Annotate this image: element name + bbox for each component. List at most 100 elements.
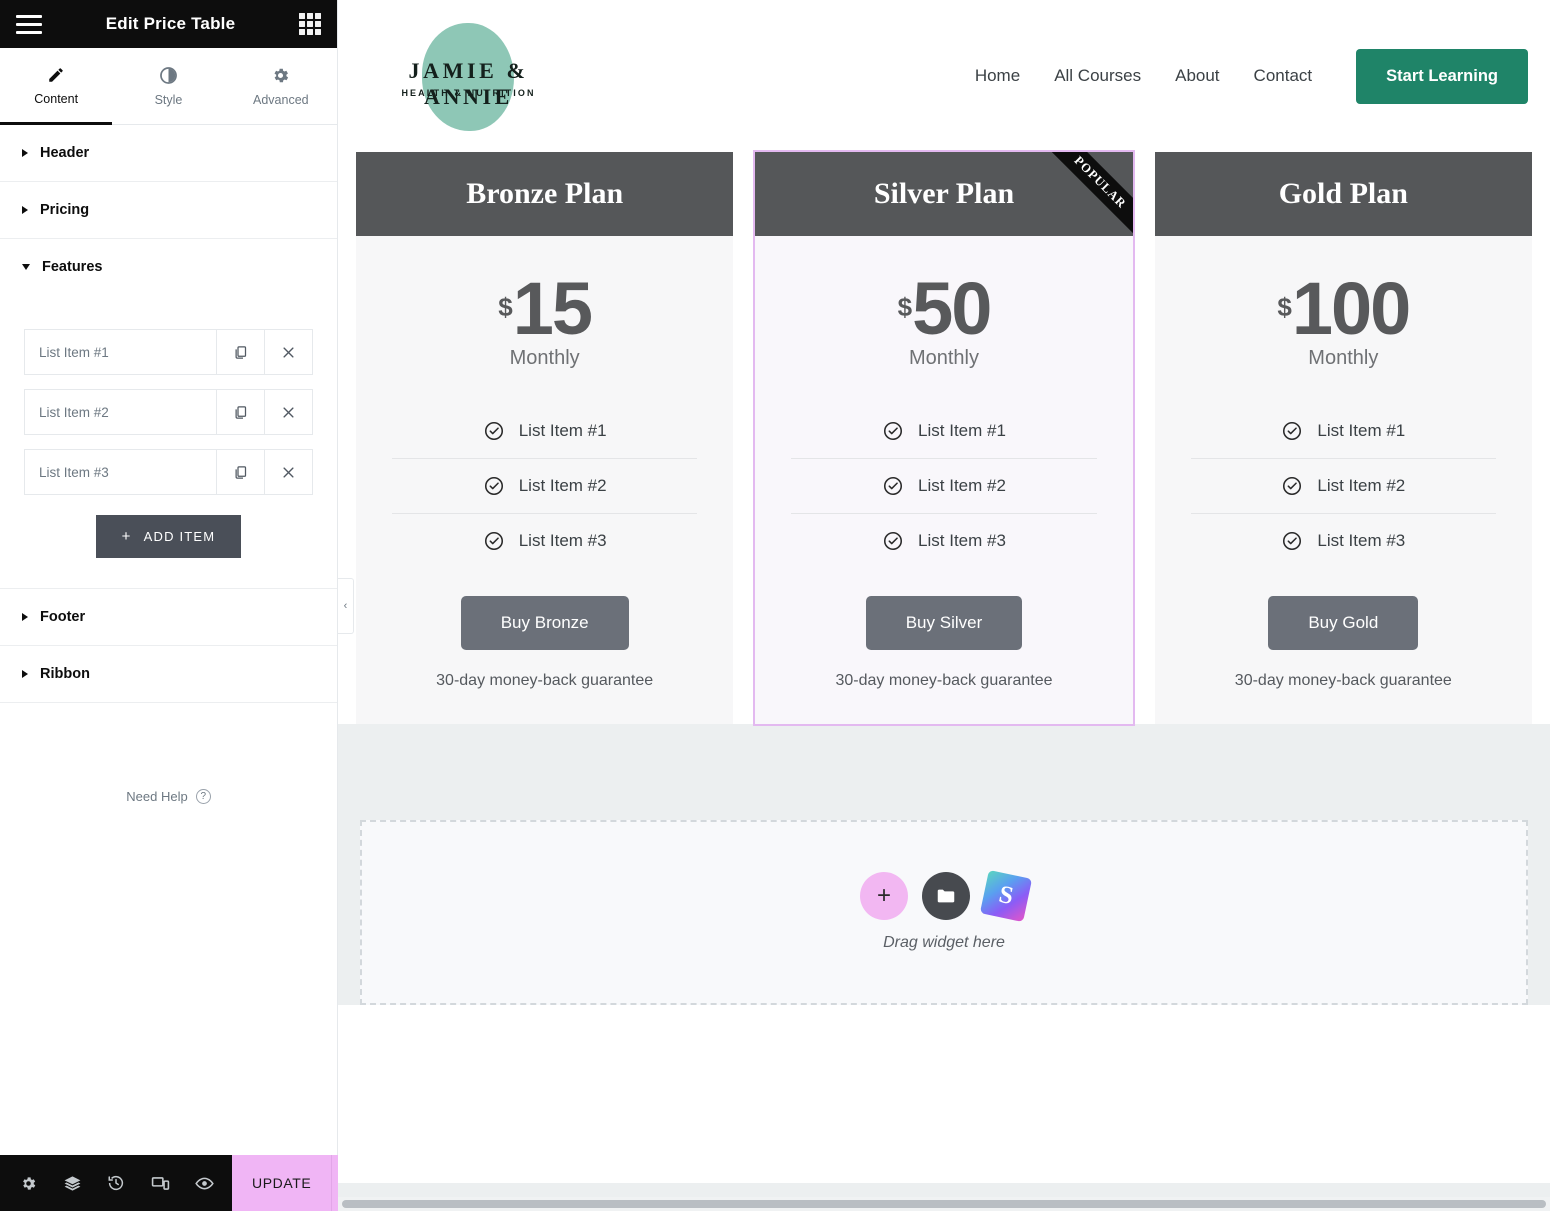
panel-sections: Header Pricing Features List Item #1 Lis… <box>0 125 337 1155</box>
price-period: Monthly <box>908 346 979 369</box>
elementor-editor: Edit Price Table Content Style Advanced … <box>0 0 1550 1211</box>
plus-icon: + <box>121 528 132 545</box>
list-item-input[interactable]: List Item #2 <box>25 390 216 434</box>
tab-style[interactable]: Style <box>112 48 224 124</box>
dropzone-label: Drag widget here <box>883 934 1005 952</box>
tab-advanced-label: Advanced <box>253 92 309 107</box>
section-ribbon[interactable]: Ribbon <box>0 646 337 703</box>
panel-header: Edit Price Table <box>0 0 337 48</box>
close-icon[interactable] <box>264 390 312 434</box>
dropzone-section: + S Drag widget here <box>338 723 1550 1005</box>
settings-gear-icon[interactable] <box>6 1155 50 1211</box>
pricing-table-section: Bronze Plan $ 15 Monthly List Item #1 Li… <box>338 150 1550 726</box>
price-table-silver[interactable]: Silver Plan POPULAR $ 50 Monthly List It… <box>753 150 1135 726</box>
elementor-panel: Edit Price Table Content Style Advanced … <box>0 0 376 1211</box>
check-circle-icon <box>1283 421 1302 440</box>
check-circle-icon <box>484 531 503 550</box>
navigator-layers-icon[interactable] <box>50 1155 94 1211</box>
chevron-right-icon <box>22 670 28 678</box>
stock-images-icon[interactable]: S <box>979 870 1033 923</box>
folder-icon[interactable] <box>922 872 970 921</box>
price-amount: 15 <box>512 267 593 350</box>
pencil-icon <box>47 66 65 84</box>
plus-icon[interactable]: + <box>860 872 908 921</box>
list-item-input[interactable]: List Item #1 <box>25 330 216 374</box>
feature-label: List Item #3 <box>518 530 607 550</box>
section-footer-label: Footer <box>40 609 86 625</box>
section-features[interactable]: Features <box>0 239 337 295</box>
start-learning-button[interactable]: Start Learning <box>1356 48 1528 104</box>
need-help-link[interactable]: Need Help ? <box>0 703 337 804</box>
plan-title: Bronze Plan <box>466 177 624 210</box>
panel-footer-icons <box>0 1155 232 1211</box>
chevron-left-icon[interactable]: ‹ <box>338 578 354 634</box>
section-footer[interactable]: Footer <box>0 589 337 646</box>
tab-advanced[interactable]: Advanced <box>225 48 337 124</box>
responsive-devices-icon[interactable] <box>138 1155 182 1211</box>
buy-bronze-button[interactable]: Buy Bronze <box>460 595 629 650</box>
widgets-grid-icon[interactable] <box>299 13 321 35</box>
editor-canvas: JAMIE & ANNIE HEALTH & NUTRITION Home Al… <box>338 0 1550 1211</box>
horizontal-scrollbar[interactable] <box>338 1197 1550 1211</box>
nav-link-all-courses[interactable]: All Courses <box>1054 66 1141 86</box>
site-logo[interactable]: JAMIE & ANNIE HEALTH & NUTRITION <box>356 11 576 141</box>
buy-gold-button[interactable]: Buy Gold <box>1268 595 1419 650</box>
plan-guarantee: 30-day money-back guarantee <box>436 671 654 689</box>
nav-link-about[interactable]: About <box>1175 66 1219 86</box>
plan-header: Bronze Plan <box>356 152 734 236</box>
pricing-plans: Bronze Plan $ 15 Monthly List Item #1 Li… <box>348 150 1540 726</box>
feature-item: List Item #2 <box>392 457 698 513</box>
add-item-button[interactable]: + ADD ITEM <box>95 515 242 558</box>
update-button[interactable]: UPDATE <box>232 1155 332 1211</box>
feature-label: List Item #2 <box>918 475 1006 495</box>
check-circle-icon <box>884 421 903 440</box>
plan-cta-wrap: Buy Silver <box>755 568 1132 650</box>
tab-content[interactable]: Content <box>0 48 113 125</box>
price-currency: $ <box>498 292 513 322</box>
drag-widget-dropzone[interactable]: + S Drag widget here <box>360 819 1528 1005</box>
price-table-bronze[interactable]: Bronze Plan $ 15 Monthly List Item #1 Li… <box>356 152 734 724</box>
section-pricing[interactable]: Pricing <box>0 182 337 239</box>
copy-icon[interactable] <box>216 330 264 374</box>
repeater-item[interactable]: List Item #3 <box>24 449 313 495</box>
hamburger-icon[interactable] <box>16 14 42 34</box>
copy-icon[interactable] <box>216 450 264 494</box>
plan-title: Silver Plan <box>873 177 1015 210</box>
site-nav: Home All Courses About Contact Start Lea… <box>975 48 1528 104</box>
history-clock-icon[interactable] <box>94 1155 138 1211</box>
plan-price: $ 100 <box>1155 236 1532 347</box>
section-header[interactable]: Header <box>0 125 337 182</box>
list-item-input[interactable]: List Item #3 <box>25 450 216 494</box>
copy-icon[interactable] <box>216 390 264 434</box>
price-table-gold[interactable]: Gold Plan $ 100 Monthly List Item #1 Lis… <box>1154 152 1532 724</box>
feature-item: List Item #2 <box>1190 457 1496 513</box>
need-help-label: Need Help <box>126 789 188 804</box>
tab-content-label: Content <box>34 92 79 106</box>
plan-title: Gold Plan <box>1278 177 1408 210</box>
buy-silver-button[interactable]: Buy Silver <box>865 595 1023 650</box>
nav-link-contact[interactable]: Contact <box>1254 66 1313 86</box>
panel-tabs: Content Style Advanced <box>0 48 337 125</box>
repeater-item[interactable]: List Item #2 <box>24 389 313 435</box>
feature-label: List Item #3 <box>1317 530 1406 550</box>
panel-title: Edit Price Table <box>105 14 236 33</box>
check-circle-icon <box>484 421 503 440</box>
feature-label: List Item #1 <box>1317 420 1406 440</box>
plan-features: List Item #1 List Item #2 List Item #3 <box>755 404 1132 568</box>
section-header-label: Header <box>40 145 90 161</box>
add-item-label: ADD ITEM <box>143 529 216 544</box>
question-mark-icon: ? <box>195 789 211 804</box>
nav-link-home[interactable]: Home <box>975 66 1020 86</box>
repeater-item[interactable]: List Item #1 <box>24 329 313 375</box>
plan-guarantee: 30-day money-back guarantee <box>1234 671 1452 689</box>
plan-price: $ 15 <box>356 236 733 347</box>
preview-eye-icon[interactable] <box>182 1155 226 1211</box>
chevron-right-icon <box>22 206 28 214</box>
plan-header: Silver Plan POPULAR <box>755 152 1133 236</box>
tab-style-label: Style <box>154 92 183 107</box>
close-icon[interactable] <box>264 330 312 374</box>
feature-label: List Item #1 <box>518 420 607 440</box>
close-icon[interactable] <box>264 450 312 494</box>
feature-item: List Item #3 <box>791 512 1097 568</box>
plan-price: $ 50 <box>755 236 1132 347</box>
